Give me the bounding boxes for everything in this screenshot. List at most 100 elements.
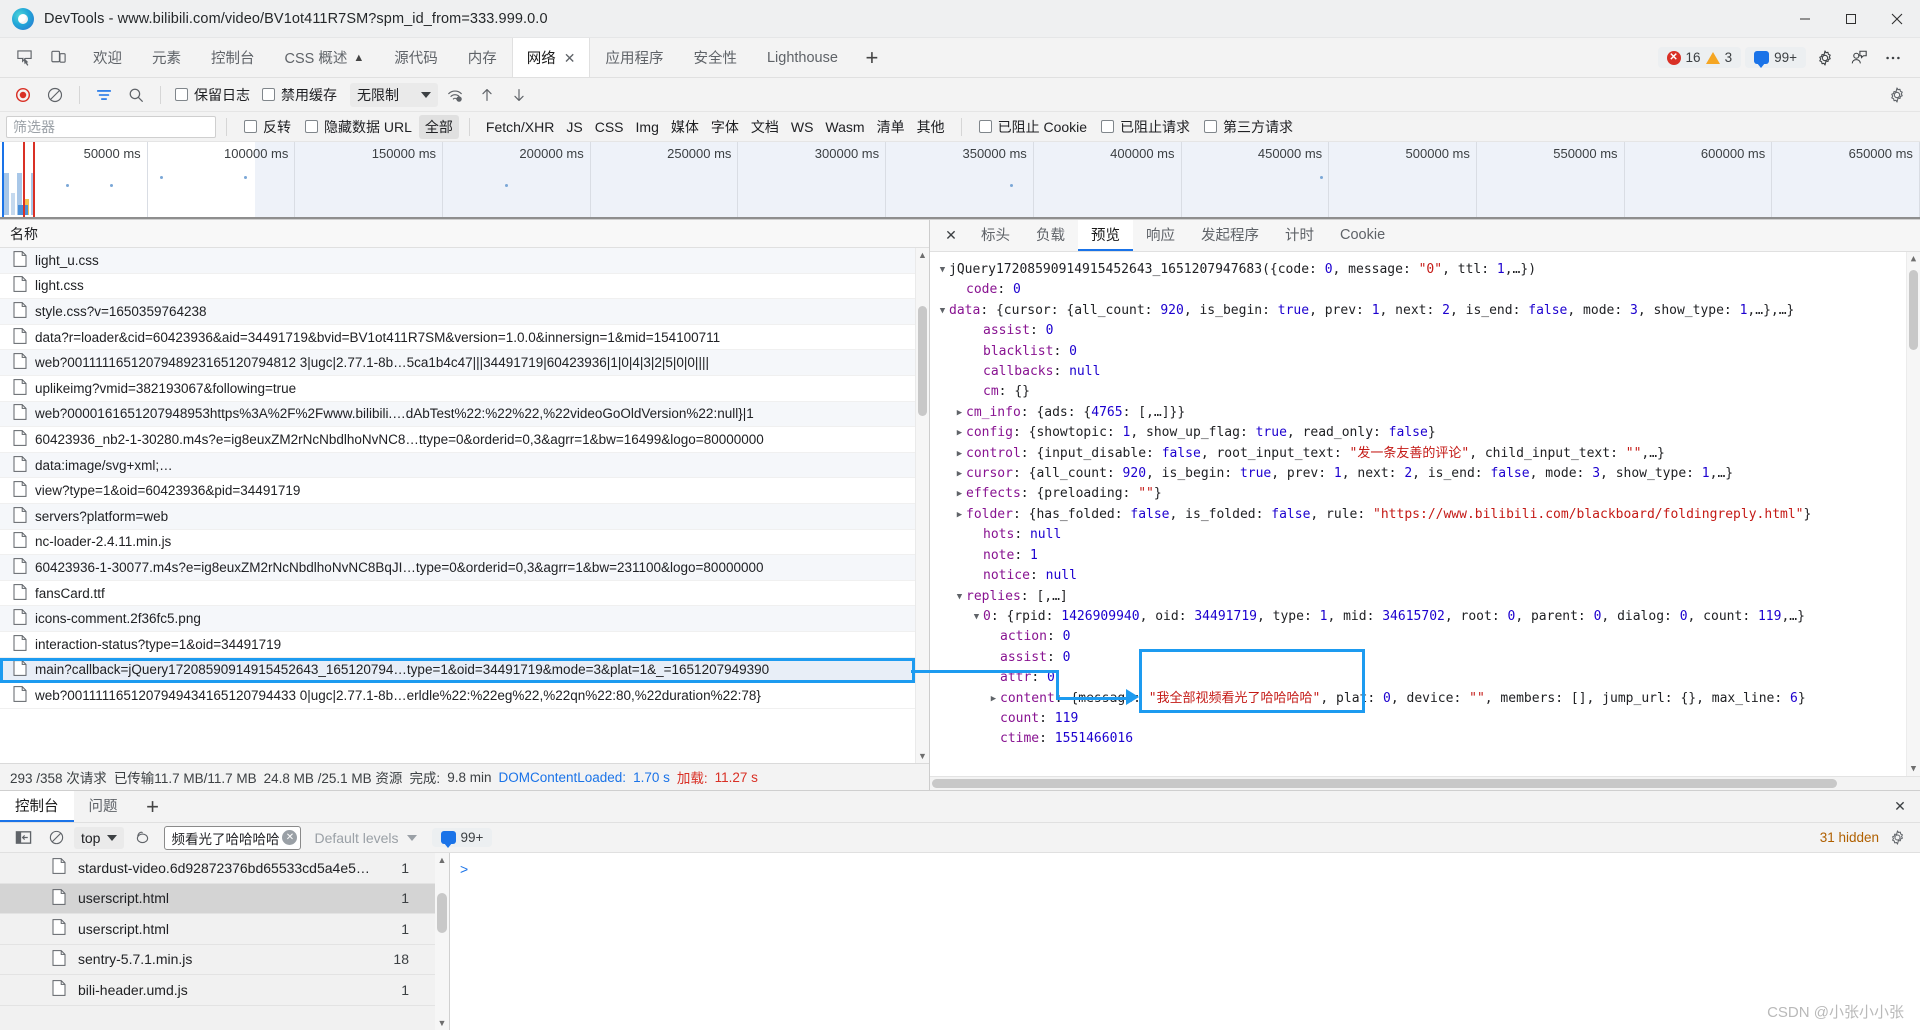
third-party-checkbox[interactable]: 第三方请求 (1197, 117, 1300, 137)
tab-welcome[interactable]: 欢迎 (78, 38, 137, 77)
list-item[interactable]: userscript.html 1 (0, 883, 449, 914)
disclosure-open-icon[interactable]: ▼ (936, 260, 949, 280)
json-line[interactable]: ▶ cursor: {all_count: 920, is_begin: true… (930, 464, 1920, 484)
table-row[interactable]: data?r=loader&cid=60423936&aid=34491719&… (0, 325, 929, 351)
table-row[interactable]: light_u.css (0, 248, 929, 274)
autocomplete-scrollbar[interactable]: ▲ ▼ (435, 853, 449, 1030)
disclosure-open-icon[interactable]: ▼ (953, 587, 966, 607)
tab-payload[interactable]: 负载 (1023, 220, 1078, 251)
import-har-icon[interactable] (472, 81, 502, 109)
tab-lighthouse[interactable]: Lighthouse (752, 38, 853, 77)
blocked-cookies-checkbox[interactable]: 已阻止 Cookie (972, 117, 1094, 137)
json-line[interactable]: ▶ config: {showtopic: 1, show_up_flag: tr… (930, 423, 1920, 443)
table-row[interactable]: data:image/svg+xml;… (0, 452, 929, 479)
disclosure-closed-icon[interactable]: ▶ (953, 423, 966, 443)
table-row[interactable]: light.css (0, 274, 929, 300)
type-filter-css[interactable]: CSS (589, 117, 630, 137)
tab-response[interactable]: 响应 (1133, 220, 1188, 251)
console-prompt[interactable]: > (450, 853, 1920, 1030)
drawer-tab-console[interactable]: 控制台 (0, 791, 74, 822)
json-line[interactable]: action: 0 (930, 627, 1920, 647)
json-line[interactable]: hots: null (930, 525, 1920, 545)
table-row[interactable]: icons-comment.2f36fc5.png (0, 606, 929, 632)
json-line[interactable]: ▶ cm_info: {ads: {4765: [,…]}} (930, 403, 1920, 423)
table-row[interactable]: nc-loader-2.4.11.min.js (0, 530, 929, 556)
json-line[interactable]: ctime: 1551466016 (930, 729, 1920, 749)
list-item[interactable]: userscript.html 1 (0, 914, 449, 945)
type-filter-img[interactable]: Img (630, 117, 665, 137)
record-button[interactable] (8, 81, 38, 109)
disclosure-closed-icon[interactable]: ▶ (953, 484, 966, 504)
scroll-down-arrow[interactable]: ▼ (916, 749, 929, 763)
export-har-icon[interactable] (504, 81, 534, 109)
console-levels-select[interactable]: Default levels (314, 830, 417, 846)
search-button[interactable] (121, 81, 151, 109)
list-item[interactable]: stardust-video.6d92872376bd65533cd5a4e5…… (0, 853, 449, 884)
tab-cookies[interactable]: Cookie (1327, 220, 1398, 251)
network-overview-timeline[interactable]: 50000 ms 100000 ms 150000 ms 200000 ms 2… (0, 142, 1920, 220)
table-row[interactable]: web?0011111651207948923165120794812 3|ug… (0, 350, 929, 376)
json-line[interactable]: ▼ data: {cursor: {all_count: 920, is_begi… (930, 301, 1920, 321)
console-settings-gear-icon[interactable] (1882, 824, 1912, 852)
json-line[interactable]: assist: 0 (930, 648, 1920, 668)
filter-input[interactable]: 筛选器 (6, 115, 216, 138)
invert-checkbox[interactable]: 反转 (237, 117, 298, 137)
scrollbar-thumb[interactable] (918, 306, 927, 416)
tab-elements[interactable]: 元素 (137, 38, 196, 77)
console-source-list[interactable]: ▲ ▼ stardust-video.6d92872376bd65533cd5a… (0, 853, 450, 1030)
tab-initiator[interactable]: 发起程序 (1188, 220, 1272, 251)
hide-data-urls-checkbox[interactable]: 隐藏数据 URL (298, 117, 419, 137)
request-table-body[interactable]: ▲ ▼ light_u.css light.css style.css?v=1650… (0, 248, 929, 763)
json-line[interactable]: code: 0 (930, 280, 1920, 300)
disclosure-closed-icon[interactable]: ▶ (953, 464, 966, 484)
console-message-counter[interactable]: 99+ (431, 828, 493, 848)
tab-security[interactable]: 安全性 (678, 38, 752, 77)
request-table-header[interactable]: 名称 (0, 220, 929, 248)
profile-icon[interactable] (1844, 43, 1874, 73)
scrollbar-thumb[interactable] (437, 893, 447, 933)
scroll-up-arrow[interactable]: ▲ (916, 248, 929, 262)
clear-icon[interactable]: ✕ (282, 830, 298, 845)
clear-button[interactable] (40, 81, 70, 109)
json-line[interactable]: note: 1 (930, 546, 1920, 566)
disclosure-closed-icon[interactable]: ▶ (953, 505, 966, 525)
type-filter-font[interactable]: 字体 (705, 115, 745, 139)
table-row[interactable]: 60423936_nb2-1-30280.m4s?e=ig8euxZM2rNcN… (0, 427, 929, 453)
console-filter-input[interactable]: 频看光了哈哈哈哈 ✕ (164, 825, 302, 850)
type-filter-ws[interactable]: WS (785, 117, 820, 137)
request-list-scrollbar[interactable]: ▲ ▼ (915, 248, 929, 763)
table-row[interactable]: 60423936-1-30077.m4s?e=ig8euxZM2rNcNbdlh… (0, 555, 929, 581)
more-icon[interactable] (1878, 43, 1908, 73)
blocked-requests-checkbox[interactable]: 已阻止请求 (1094, 117, 1197, 137)
tab-memory[interactable]: 内存 (453, 38, 512, 77)
json-line[interactable]: ▼ 0: {rpid: 1426909940, oid: 34491719, ty… (930, 607, 1920, 627)
close-drawer-icon[interactable]: ✕ (1880, 791, 1920, 822)
json-line[interactable]: ▼ jQuery17208590914915452643_165120794768… (930, 260, 1920, 280)
type-filter-media[interactable]: 媒体 (665, 115, 705, 139)
tab-headers[interactable]: 标头 (968, 220, 1023, 251)
tab-timing[interactable]: 计时 (1272, 220, 1327, 251)
throttling-select[interactable]: 无限制 (350, 82, 438, 107)
type-filter-wasm[interactable]: Wasm (819, 117, 870, 137)
type-filter-fetch-xhr[interactable]: Fetch/XHR (480, 117, 560, 137)
device-toolbar-icon[interactable] (44, 44, 72, 72)
tab-preview[interactable]: 预览 (1078, 220, 1133, 251)
table-row[interactable]: interaction-status?type=1&oid=34491719 (0, 632, 929, 658)
table-row[interactable]: web?0000161651207948953https%3A%2F%2Fwww… (0, 401, 929, 428)
type-filter-all[interactable]: 全部 (418, 114, 459, 139)
type-filter-other[interactable]: 其他 (911, 115, 951, 139)
scroll-up-arrow[interactable]: ▲ (1907, 252, 1920, 266)
json-line[interactable]: ▶ folder: {has_folded: false, is_folded: … (930, 505, 1920, 525)
json-line[interactable]: attr: 0 (930, 668, 1920, 688)
list-item[interactable]: bili-header.umd.js 1 (0, 975, 449, 1006)
live-expression-icon[interactable] (127, 824, 157, 852)
message-counter[interactable]: 99+ (1745, 47, 1806, 68)
settings-gear-icon[interactable] (1882, 81, 1912, 109)
disclosure-open-icon[interactable]: ▼ (936, 301, 949, 321)
tab-application[interactable]: 应用程序 (590, 38, 678, 77)
table-row[interactable]: fansCard.ttf (0, 581, 929, 607)
tab-network[interactable]: 网络 ✕ (511, 38, 591, 77)
close-icon[interactable]: ✕ (564, 51, 576, 65)
filter-button[interactable] (89, 81, 119, 109)
close-window-button[interactable] (1874, 0, 1920, 38)
